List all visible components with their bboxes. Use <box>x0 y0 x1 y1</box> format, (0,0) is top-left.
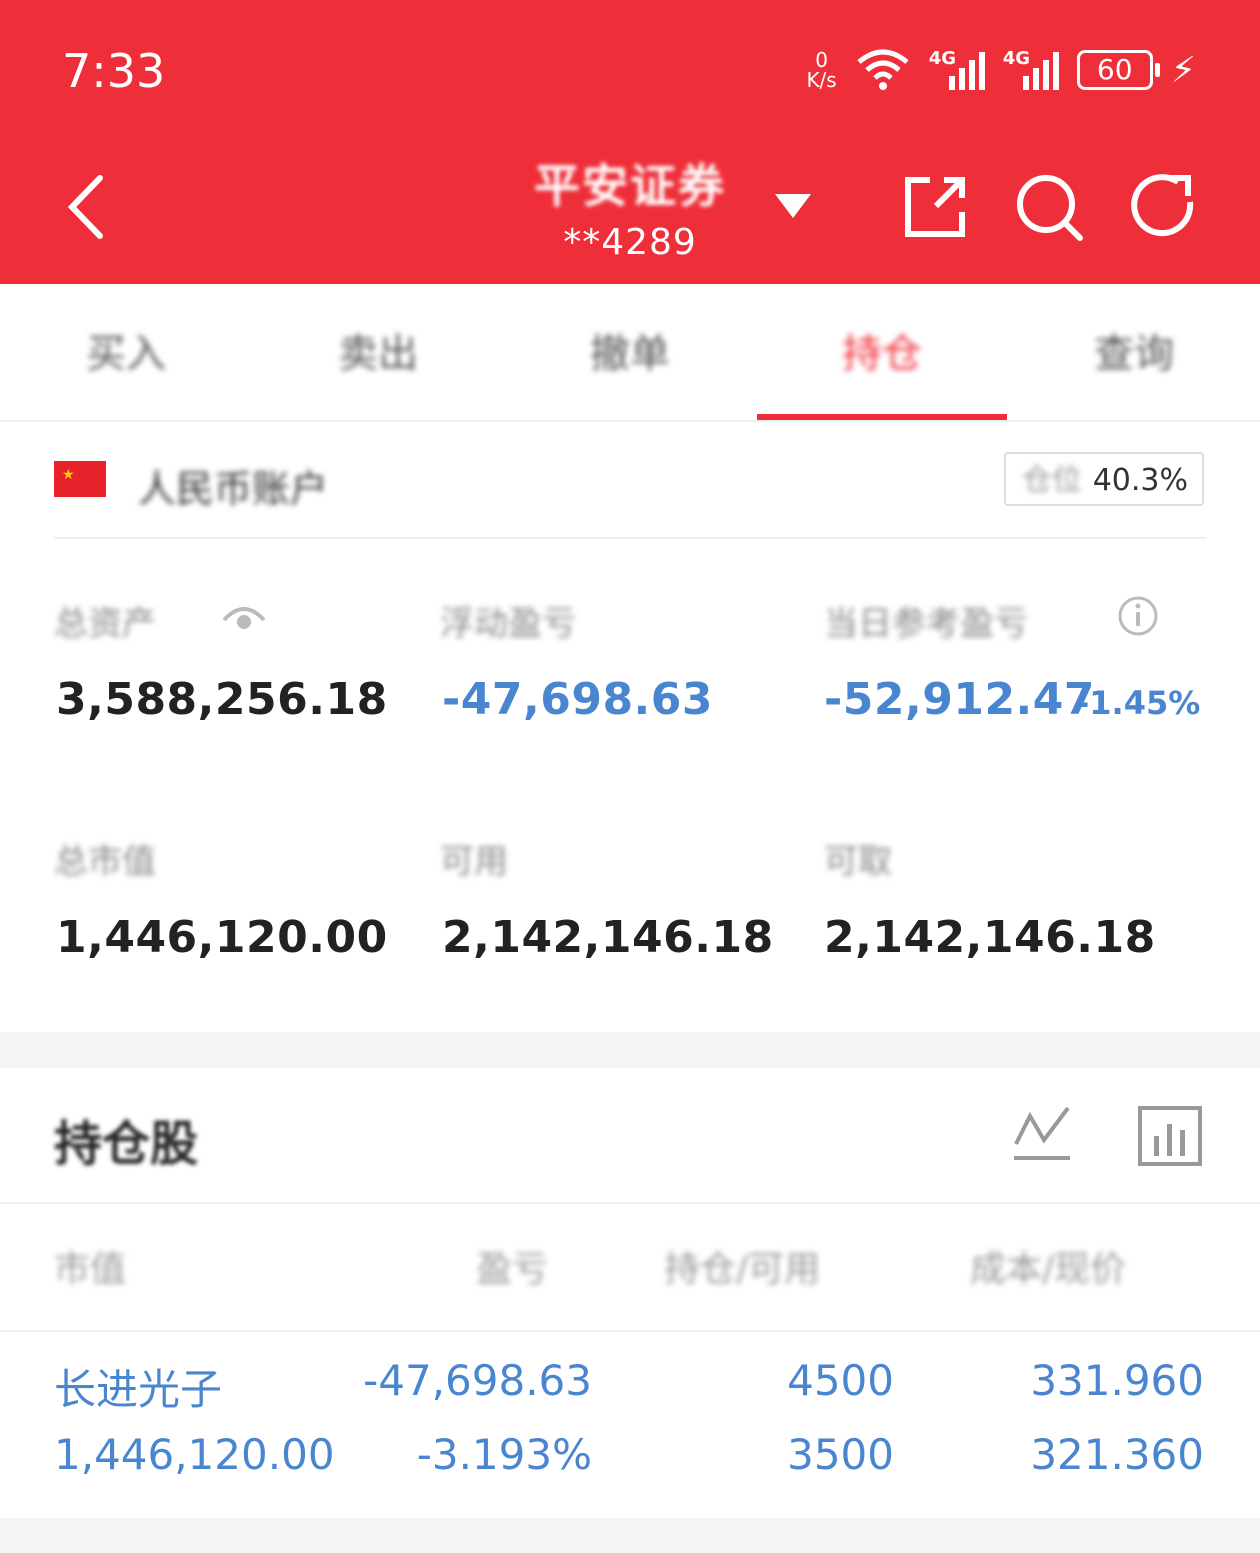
china-flag-icon: ★ <box>54 461 106 497</box>
market-value-value: 1,446,120.00 <box>56 912 388 963</box>
total-assets-value: 3,588,256.18 <box>56 674 388 725</box>
trade-tabs: 买入 卖出 撤单 持仓 查询 <box>0 284 1260 422</box>
line-chart-icon[interactable] <box>1006 1100 1078 1172</box>
back-icon[interactable] <box>60 172 120 242</box>
stock-name: 长进光子 <box>54 1365 223 1414</box>
position-ratio-badge: 仓位 40.3% <box>1004 452 1204 506</box>
withdrawable-value: 2,142,146.18 <box>824 912 1156 963</box>
active-tab-indicator <box>757 414 1007 420</box>
column-header-cost-price[interactable]: 成本/现价 <box>970 1240 1126 1292</box>
today-pnl-label: 当日参考盈亏 <box>824 604 1028 644</box>
tab-query[interactable]: 查询 <box>1008 284 1260 420</box>
stock-market-value: 1,446,120.00 <box>54 1430 335 1479</box>
broker-selector[interactable]: 平安证券 **4289 <box>430 150 830 263</box>
refresh-icon[interactable] <box>1130 172 1200 242</box>
status-icons: 0 K/s 4G 4G 60 ⚡ <box>806 48 1196 92</box>
divider <box>54 537 1206 539</box>
charging-icon: ⚡ <box>1170 49 1196 91</box>
app-header: 7:33 0 K/s 4G 4G 60 ⚡ 平安证券 **4289 <box>0 0 1260 284</box>
account-type-label: 人民币账户 <box>138 467 329 511</box>
network-speed: 0 K/s <box>806 48 837 92</box>
tab-cancel[interactable]: 撤单 <box>504 284 756 420</box>
divider <box>0 1202 1260 1204</box>
divider <box>0 1330 1260 1332</box>
caret-down-icon <box>775 194 811 218</box>
floating-pnl-value: -47,698.63 <box>442 674 713 725</box>
wifi-icon <box>857 49 909 90</box>
section-separator <box>0 1032 1260 1068</box>
column-header-pnl[interactable]: 盈亏 <box>476 1240 548 1292</box>
tab-positions[interactable]: 持仓 <box>756 284 1008 420</box>
stock-available: 3500 <box>787 1430 894 1479</box>
withdrawable-label: 可取 <box>824 842 892 882</box>
bar-chart-icon[interactable] <box>1134 1100 1206 1172</box>
bottom-separator <box>0 1518 1260 1553</box>
stock-cost: 331.960 <box>1030 1356 1204 1405</box>
market-value-label: 总市值 <box>54 842 156 882</box>
tab-sell[interactable]: 卖出 <box>252 284 504 420</box>
stock-position: 4500 <box>787 1356 894 1405</box>
eye-icon[interactable] <box>222 598 266 638</box>
search-icon[interactable] <box>1014 172 1084 242</box>
today-pnl-percent: -1.45% <box>1076 684 1201 722</box>
signal-2-icon: 4G <box>1003 48 1059 90</box>
stock-pnl: -47,698.63 <box>363 1356 592 1405</box>
available-value: 2,142,146.18 <box>442 912 774 963</box>
today-pnl-value: -52,912.47 <box>824 674 1095 725</box>
signal-1-icon: 4G <box>929 48 985 90</box>
floating-pnl-label: 浮动盈亏 <box>440 604 576 644</box>
available-label: 可用 <box>440 842 508 882</box>
status-time: 7:33 <box>62 44 166 98</box>
account-number: **4289 <box>563 222 697 263</box>
battery-icon: 60 <box>1076 50 1160 90</box>
info-icon[interactable] <box>1116 594 1160 638</box>
column-header-market-value[interactable]: 市值 <box>54 1240 126 1292</box>
broker-name: 平安证券 <box>534 159 726 213</box>
column-header-position[interactable]: 持仓/可用 <box>664 1240 820 1292</box>
total-assets-label: 总资产 <box>54 604 156 644</box>
holdings-title: 持仓股 <box>54 1116 199 1172</box>
stock-pnl-percent: -3.193% <box>416 1430 592 1479</box>
stock-price: 321.360 <box>1030 1430 1204 1479</box>
share-icon[interactable] <box>900 172 970 242</box>
tab-buy[interactable]: 买入 <box>0 284 252 420</box>
